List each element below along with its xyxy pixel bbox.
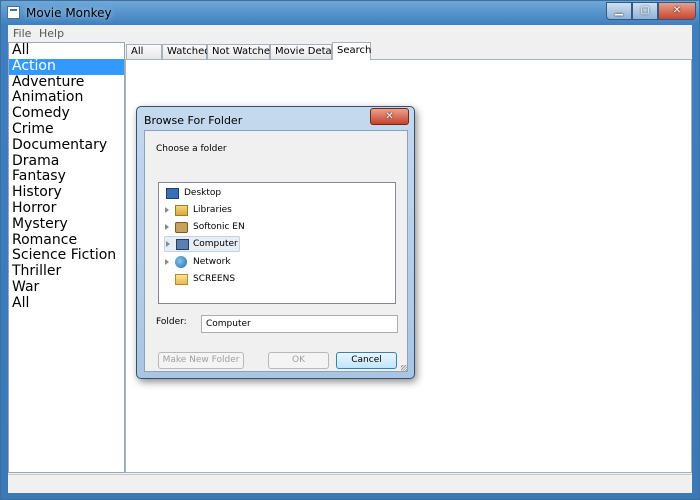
genre-item[interactable]: War [9, 279, 124, 296]
genre-item[interactable]: Crime [9, 121, 124, 138]
tab-search[interactable]: Search [332, 42, 371, 60]
maximize-icon: ▢ [640, 5, 650, 16]
genre-item[interactable]: Fantasy [9, 169, 124, 185]
tab-strip: All Watched Not Watched Movie Details Se… [126, 42, 692, 60]
dialog-close-button[interactable]: ✕ [370, 108, 409, 125]
genre-item[interactable]: Comedy [9, 105, 124, 122]
expand-arrow-icon[interactable] [165, 224, 169, 230]
resize-grip[interactable] [401, 365, 407, 371]
tab-all[interactable]: All [126, 44, 162, 60]
make-new-folder-button[interactable]: Make New Folder [158, 352, 244, 369]
genre-item[interactable]: Drama [9, 153, 124, 170]
title-bar[interactable]: Movie Monkey ▁ ▢ ✕ [1, 1, 699, 25]
genre-item[interactable]: All [9, 43, 124, 59]
status-bar [8, 474, 692, 493]
window-title: Movie Monkey [26, 6, 112, 20]
genre-item[interactable]: Science Fiction [9, 248, 124, 264]
minimize-button[interactable]: ▁ [606, 2, 632, 20]
close-icon: ✕ [672, 5, 682, 16]
dialog-title: Browse For Folder [144, 114, 243, 127]
genre-item[interactable]: Romance [9, 232, 124, 249]
genre-item[interactable]: Documentary [9, 137, 124, 154]
maximize-button[interactable]: ▢ [632, 2, 658, 20]
tree-node-label: Computer [193, 239, 238, 249]
genre-item[interactable]: Adventure [9, 74, 124, 91]
expand-arrow-icon[interactable] [165, 259, 169, 265]
network-icon [175, 256, 187, 268]
genre-item[interactable]: History [9, 184, 124, 201]
tab-watched[interactable]: Watched [162, 44, 211, 60]
folder-label: Folder: [156, 317, 187, 327]
computer-icon [176, 239, 189, 250]
tab-movie-details[interactable]: Movie Details [270, 44, 342, 60]
app-icon[interactable] [7, 6, 20, 19]
ok-button[interactable]: OK [268, 352, 329, 369]
genre-list[interactable]: All Action Adventure Animation Comedy Cr… [8, 42, 125, 473]
minimize-icon: ▁ [615, 5, 623, 16]
menu-file[interactable]: File [13, 27, 31, 40]
genre-item[interactable]: Horror [9, 200, 124, 217]
genre-item[interactable]: Mystery [9, 216, 124, 233]
tree-node-label: SCREENS [193, 274, 236, 284]
dialog-body: Choose a folder Desktop Libraries Softon… [144, 130, 408, 372]
tree-node-label: Libraries [193, 205, 232, 215]
folder-icon [175, 274, 188, 285]
expand-arrow-icon[interactable] [165, 207, 169, 213]
tree-node-label: Desktop [184, 188, 222, 198]
desktop-icon [166, 188, 179, 199]
folder-input[interactable]: Computer [201, 315, 398, 333]
tab-not-watched[interactable]: Not Watched [207, 44, 276, 60]
folder-tree[interactable]: Desktop Libraries Softonic EN Computer N [158, 182, 396, 304]
browse-folder-dialog: Browse For Folder ✕ Choose a folder Desk… [136, 106, 415, 379]
genre-item[interactable]: All [9, 295, 124, 312]
libraries-icon [175, 205, 188, 216]
genre-item-selected[interactable]: Action [9, 58, 124, 75]
menu-help[interactable]: Help [39, 27, 64, 40]
expand-arrow-icon[interactable] [166, 241, 170, 247]
close-icon: ✕ [385, 111, 394, 122]
tree-node-label: Network [193, 257, 231, 267]
genre-item[interactable]: Thriller [9, 263, 124, 280]
genre-item[interactable]: Animation [9, 90, 124, 106]
dialog-prompt: Choose a folder [156, 144, 227, 154]
tree-node-label: Softonic EN [193, 222, 245, 232]
menu-bar: File Help [8, 25, 692, 42]
user-folder-icon [175, 222, 188, 233]
close-button[interactable]: ✕ [658, 2, 696, 20]
cancel-button[interactable]: Cancel [336, 352, 397, 369]
tree-node-computer[interactable]: Computer [164, 236, 240, 252]
